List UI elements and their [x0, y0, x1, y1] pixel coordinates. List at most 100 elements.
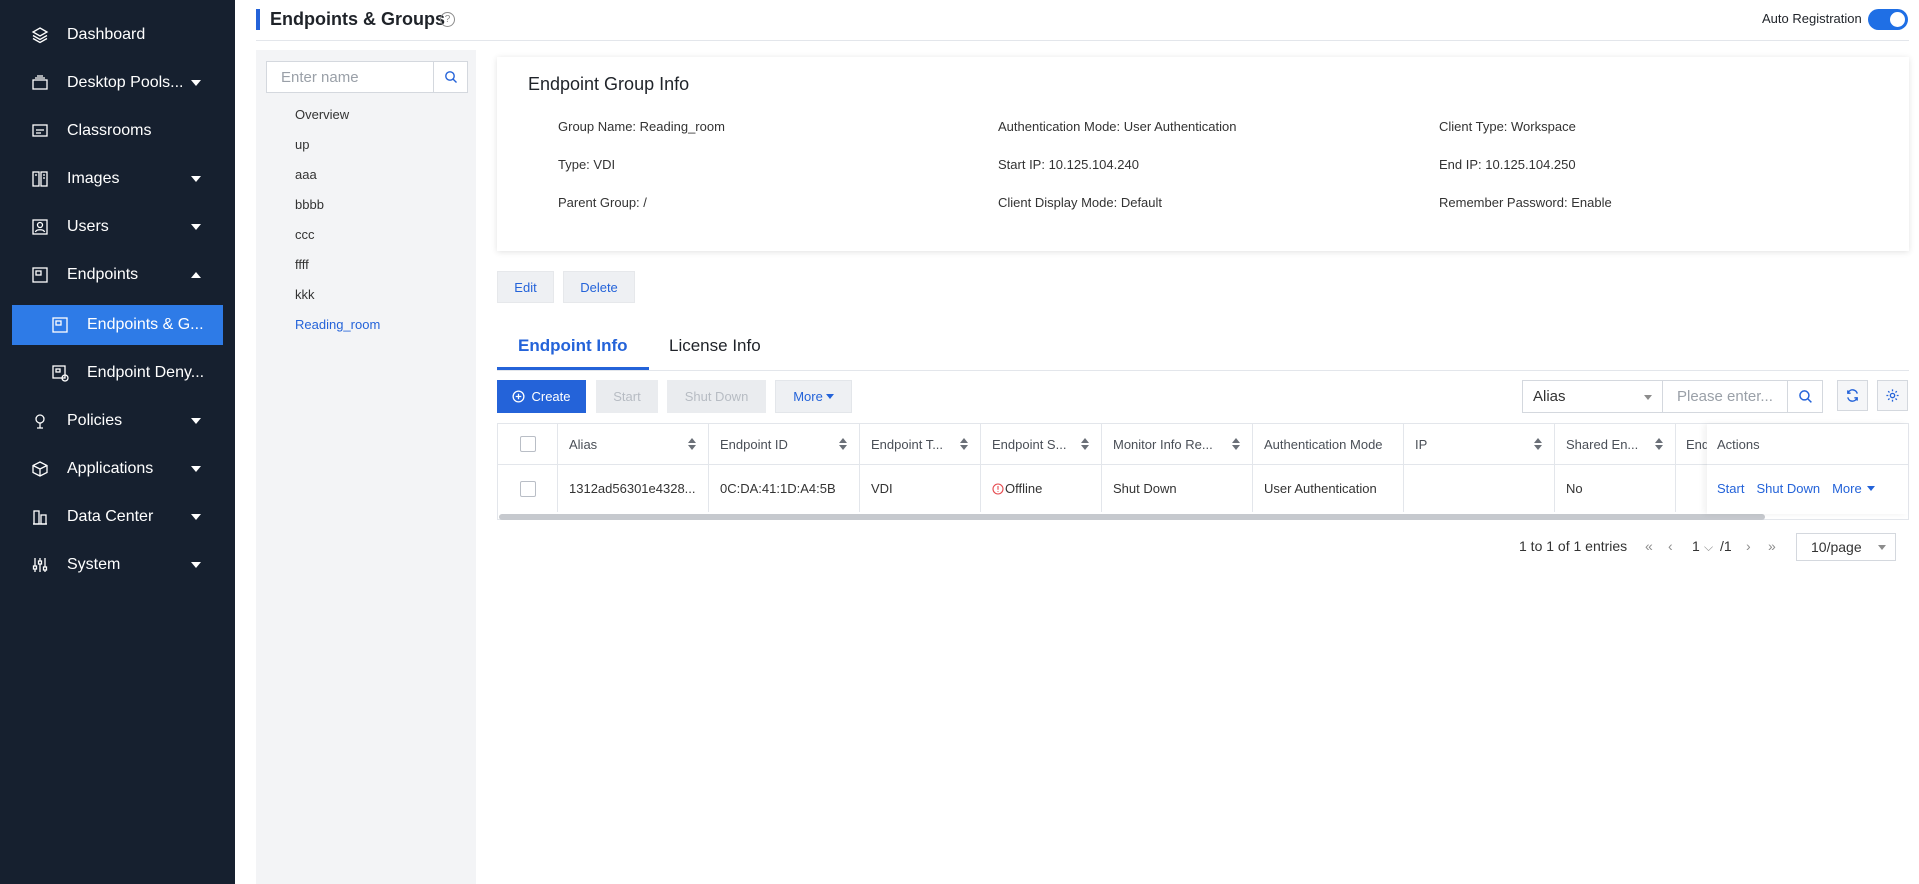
- desktop-pool-icon: [30, 73, 50, 93]
- sidebar-item-label: Endpoint Deny...: [87, 364, 205, 381]
- table-horizontal-scrollbar[interactable]: [499, 514, 1765, 520]
- cell-alias: 1312ad56301e4328...: [558, 465, 709, 512]
- column-header-endpoint-id[interactable]: Endpoint ID: [709, 424, 860, 464]
- sidebar-item-endpoints-groups[interactable]: Endpoints & G...: [12, 305, 223, 345]
- shutdown-button[interactable]: Shut Down: [667, 380, 766, 413]
- page-size-select[interactable]: 10/page: [1796, 533, 1896, 561]
- table-search-button[interactable]: [1787, 380, 1823, 413]
- help-icon[interactable]: ?: [440, 12, 455, 27]
- info-auth-mode: Authentication Mode: User Authentication: [998, 119, 1237, 134]
- sort-icon: [1534, 438, 1542, 450]
- sidebar-item-label: Applications: [67, 460, 154, 477]
- info-end-ip: End IP: 10.125.104.250: [1439, 157, 1576, 172]
- first-page-icon[interactable]: «: [1645, 538, 1653, 554]
- title-accent-bar: [256, 9, 260, 30]
- table-search-input[interactable]: [1663, 381, 1787, 412]
- row-more-link[interactable]: More: [1832, 481, 1875, 496]
- page-select-chevron-icon[interactable]: ⌵: [1704, 540, 1713, 555]
- next-page-icon[interactable]: ›: [1746, 538, 1751, 554]
- edit-button[interactable]: Edit: [497, 271, 554, 303]
- sidebar-item-label: Policies: [67, 412, 123, 429]
- cell-endpoint-type: VDI: [860, 465, 981, 512]
- tab-license-info[interactable]: License Info: [669, 336, 761, 356]
- search-button[interactable]: [433, 62, 467, 92]
- auto-registration-toggle[interactable]: [1868, 9, 1908, 30]
- column-header-shared[interactable]: Shared En...: [1555, 424, 1676, 464]
- column-header-label: End: [1686, 436, 1710, 452]
- tree-item-bbbb[interactable]: bbbb: [295, 197, 324, 212]
- sidebar-item-endpoints[interactable]: Endpoints: [0, 255, 235, 295]
- sidebar-item-dashboard[interactable]: Dashboard: [0, 15, 235, 55]
- tab-endpoint-info[interactable]: Endpoint Info: [518, 336, 628, 356]
- sidebar-item-desktop-pools[interactable]: Desktop Pools...: [0, 63, 235, 103]
- tree-item-kkk[interactable]: kkk: [295, 287, 315, 302]
- sort-icon: [688, 438, 696, 450]
- row-start-link[interactable]: Start: [1717, 481, 1744, 496]
- column-header-label: Alias: [569, 436, 598, 452]
- sidebar-item-system[interactable]: System: [0, 545, 235, 585]
- refresh-icon: [1847, 389, 1858, 402]
- info-client-display-mode: Client Display Mode: Default: [998, 195, 1163, 210]
- column-settings-button[interactable]: [1877, 380, 1908, 411]
- delete-button[interactable]: Delete: [563, 271, 635, 303]
- users-icon: [30, 217, 50, 237]
- tree-item-up[interactable]: up: [295, 137, 309, 152]
- start-button[interactable]: Start: [596, 380, 658, 413]
- images-icon: [30, 169, 50, 189]
- endpoints-icon: [30, 265, 50, 285]
- last-page-icon[interactable]: »: [1768, 538, 1776, 554]
- sidebar-item-label: Classrooms: [67, 122, 152, 139]
- tree-item-reading-room[interactable]: Reading_room: [295, 317, 380, 332]
- create-button[interactable]: Create: [497, 380, 586, 413]
- column-header-alias[interactable]: Alias: [558, 424, 709, 464]
- tree-item-ffff[interactable]: ffff: [295, 257, 309, 272]
- column-header-label: Endpoint S...: [992, 436, 1067, 452]
- sidebar-item-users[interactable]: Users: [0, 207, 235, 247]
- column-header-monitor-info[interactable]: Monitor Info Re...: [1102, 424, 1253, 464]
- row-checkbox[interactable]: [519, 480, 536, 497]
- info-type: Type: VDI: [558, 157, 616, 172]
- data-center-icon: [30, 507, 50, 527]
- info-card-title: Endpoint Group Info: [528, 74, 690, 94]
- actions-column: Actions Start Shut Down More: [1707, 424, 1908, 514]
- sidebar-item-endpoint-deny[interactable]: Endpoint Deny...: [12, 353, 223, 393]
- chevron-down-icon: [191, 80, 201, 86]
- refresh-button[interactable]: [1837, 380, 1868, 411]
- filter-field-select[interactable]: Alias: [1522, 380, 1663, 413]
- chevron-down-icon: [191, 514, 201, 520]
- column-header-endpoint-status[interactable]: Endpoint S...: [981, 424, 1102, 464]
- tree-item-overview[interactable]: Overview: [295, 107, 349, 122]
- sort-icon: [1081, 438, 1089, 450]
- more-label: More: [1832, 481, 1862, 496]
- tree-item-aaa[interactable]: aaa: [295, 167, 317, 182]
- policies-icon: [30, 411, 50, 431]
- sidebar-item-data-center[interactable]: Data Center: [0, 497, 235, 537]
- row-shutdown-link[interactable]: Shut Down: [1756, 481, 1820, 496]
- column-header-label: Monitor Info Re...: [1113, 436, 1213, 452]
- info-start-ip: Start IP: 10.125.104.240: [998, 157, 1139, 172]
- sort-icon: [839, 438, 847, 450]
- more-button[interactable]: More: [775, 380, 852, 413]
- column-header-ip[interactable]: IP: [1404, 424, 1555, 464]
- tree-item-ccc[interactable]: ccc: [295, 227, 315, 242]
- chevron-down-icon: [191, 176, 201, 182]
- cell-endpoint-status: Offline: [981, 465, 1102, 512]
- active-tab-indicator: [497, 367, 649, 370]
- sidebar-item-applications[interactable]: Applications: [0, 449, 235, 489]
- sidebar-item-policies[interactable]: Policies: [0, 401, 235, 441]
- applications-icon: [30, 459, 50, 479]
- cell-ip: [1404, 465, 1555, 512]
- current-page[interactable]: 1: [1692, 538, 1700, 554]
- row-actions: Start Shut Down More: [1717, 465, 1875, 512]
- sidebar-item-images[interactable]: Images: [0, 159, 235, 199]
- group-search-input[interactable]: [267, 62, 433, 92]
- caret-down-icon: [1866, 485, 1875, 491]
- sidebar-item-label: Data Center: [67, 508, 154, 525]
- select-all-header: [498, 424, 558, 464]
- select-all-checkbox[interactable]: [519, 436, 536, 452]
- prev-page-icon[interactable]: ‹: [1668, 538, 1673, 554]
- auto-registration-label: Auto Registration: [1762, 11, 1862, 26]
- column-header-endpoint-type[interactable]: Endpoint T...: [860, 424, 981, 464]
- sidebar-item-classrooms[interactable]: Classrooms: [0, 111, 235, 151]
- create-label: Create: [531, 389, 571, 404]
